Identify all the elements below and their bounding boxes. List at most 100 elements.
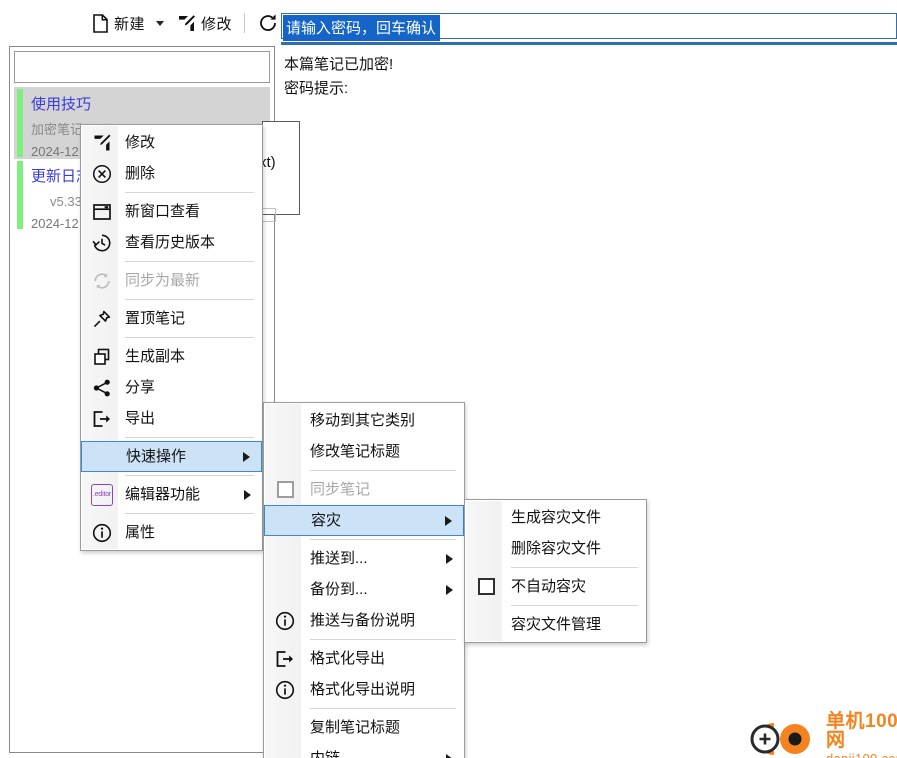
menu-item-push-to[interactable]: 推送到... [264, 543, 464, 574]
app-window: 新建 修改 使用技巧 加密笔记 2024-12 更新日志 v5.33版 2024… [0, 0, 897, 758]
refresh-icon [257, 12, 279, 34]
chevron-right-icon [445, 515, 452, 526]
info-icon [270, 674, 300, 705]
chevron-down-icon[interactable] [156, 20, 165, 26]
menu-item-label: 格式化导出 [310, 650, 386, 667]
chevron-right-icon [243, 451, 250, 462]
menu-separator [125, 437, 254, 438]
menu-separator [310, 539, 456, 540]
menu-item-label: 删除 [125, 165, 156, 182]
menu-item-create-dr-file[interactable]: 生成容灾文件 [465, 502, 646, 533]
background-dialog-tail [262, 208, 276, 222]
menu-item-label: 导出 [125, 410, 156, 427]
menu-item-delete-dr-file[interactable]: 删除容灾文件 [465, 533, 646, 564]
menu-item-quick-actions[interactable]: 快速操作 [81, 441, 262, 472]
menu-item-label: 同步为最新 [125, 272, 201, 289]
menu-item-label: 修改笔记标题 [310, 443, 401, 460]
menu-item-move-category[interactable]: 移动到其它类别 [264, 405, 464, 436]
menu-item-label: 删除容灾文件 [511, 540, 602, 557]
menu-item-label: 修改 [125, 134, 156, 151]
menu-item-open-new-window[interactable]: 新窗口查看 [81, 196, 262, 227]
menu-item-label: 置顶笔记 [125, 310, 186, 327]
password-input[interactable]: 请输入密码，回车确认 [281, 13, 897, 41]
menu-item-formatted-export[interactable]: 格式化导出 [264, 643, 464, 674]
menu-item-label: 快速操作 [126, 448, 187, 465]
menu-item-label: 新窗口查看 [125, 203, 201, 220]
menu-item-label: 复制笔记标题 [310, 719, 401, 736]
password-field-underline [281, 42, 897, 45]
password-hint-label: 密码提示: [284, 80, 349, 97]
menu-item-edit[interactable]: 修改 [81, 127, 262, 158]
new-document-icon [92, 13, 109, 33]
menu-separator [125, 192, 254, 193]
menu-item-rename-note[interactable]: 修改笔记标题 [264, 436, 464, 467]
menu-item-share[interactable]: 分享 [81, 372, 262, 403]
chevron-right-icon [446, 553, 453, 564]
menu-item-label: 属性 [125, 524, 156, 541]
toolbar-divider [244, 13, 246, 33]
menu-item-label: 查看历史版本 [125, 234, 216, 251]
menu-item-label: 移动到其它类别 [310, 412, 416, 429]
menu-item-copy-note-title[interactable]: 复制笔记标题 [264, 712, 464, 743]
menu-item-label: 备份到... [310, 581, 368, 598]
menu-item-label: 生成容灾文件 [511, 509, 602, 526]
edit-pencil-icon [87, 127, 117, 158]
watermark: 单机100网 danji100.com [742, 712, 897, 758]
background-dialog-fragment: xt) [259, 121, 300, 215]
menu-item-formatted-export-help[interactable]: 格式化导出说明 [264, 674, 464, 705]
menu-item-properties[interactable]: 属性 [81, 517, 262, 548]
menu-item-disaster-recovery[interactable]: 容灾 [264, 505, 464, 536]
menu-item-editor-features[interactable]: .editor 编辑器功能 [81, 479, 262, 510]
new-note-button[interactable]: 新建 [88, 12, 149, 35]
sync-icon [87, 265, 117, 296]
menu-item-label: 容灾文件管理 [511, 616, 602, 633]
quick-actions-submenu[interactable]: 移动到其它类别 修改笔记标题 同步笔记 容灾 推送到... 备份到... 推送与… [263, 402, 465, 758]
menu-item-label: 同步笔记 [310, 481, 371, 498]
note-color-bar [17, 161, 23, 229]
menu-separator [511, 567, 638, 568]
menu-separator [511, 605, 638, 606]
menu-item-label: 生成副本 [125, 348, 186, 365]
search-input[interactable] [14, 51, 270, 83]
watermark-cn-text: 单机100网 [826, 711, 897, 751]
danji100-logo-icon [742, 717, 820, 758]
new-window-icon [87, 196, 117, 227]
checkbox-unchecked-icon [270, 474, 300, 505]
export-icon [270, 643, 300, 674]
info-icon [270, 605, 300, 636]
chevron-right-icon [244, 489, 251, 500]
chevron-right-icon [446, 753, 453, 758]
edit-note-button[interactable]: 修改 [173, 12, 236, 35]
menu-item-label: 容灾 [311, 512, 342, 529]
menu-item-duplicate[interactable]: 生成副本 [81, 341, 262, 372]
menu-item-view-history[interactable]: 查看历史版本 [81, 227, 262, 258]
menu-separator [310, 470, 456, 471]
menu-separator [125, 513, 254, 514]
menu-item-delete[interactable]: 删除 [81, 158, 262, 189]
encrypted-notice-line1: 本篇笔记已加密! [284, 56, 394, 73]
menu-item-internal-link[interactable]: 内链 [264, 743, 464, 758]
menu-separator [125, 261, 254, 262]
note-title: 使用技巧 [31, 96, 92, 113]
menu-item-export[interactable]: 导出 [81, 403, 262, 434]
menu-item-push-backup-help[interactable]: 推送与备份说明 [264, 605, 464, 636]
refresh-button[interactable] [253, 11, 283, 35]
note-context-menu[interactable]: 修改 删除 新窗口查看 查看历史版本 同步为最新 置顶笔记 生成副本 分享 导出… [80, 124, 263, 551]
menu-item-backup-to[interactable]: 备份到... [264, 574, 464, 605]
menu-item-label: 推送与备份说明 [310, 612, 416, 629]
menu-item-label: 格式化导出说明 [310, 681, 416, 698]
copy-icon [87, 341, 117, 372]
share-icon [87, 372, 117, 403]
export-icon [87, 403, 117, 434]
checkbox-unchecked-icon[interactable] [471, 571, 501, 602]
menu-item-label: 不自动容灾 [511, 578, 587, 595]
disaster-recovery-submenu[interactable]: 生成容灾文件 删除容灾文件 不自动容灾 容灾文件管理 [464, 499, 647, 643]
menu-item-dr-file-manager[interactable]: 容灾文件管理 [465, 609, 646, 640]
menu-item-no-auto-dr[interactable]: 不自动容灾 [465, 571, 646, 602]
edit-note-label: 修改 [201, 15, 233, 33]
menu-separator [125, 475, 254, 476]
menu-item-pin-note[interactable]: 置顶笔记 [81, 303, 262, 334]
pin-icon [87, 303, 117, 334]
edit-pencil-icon [177, 14, 196, 33]
watermark-en-text: danji100.com [826, 752, 897, 758]
